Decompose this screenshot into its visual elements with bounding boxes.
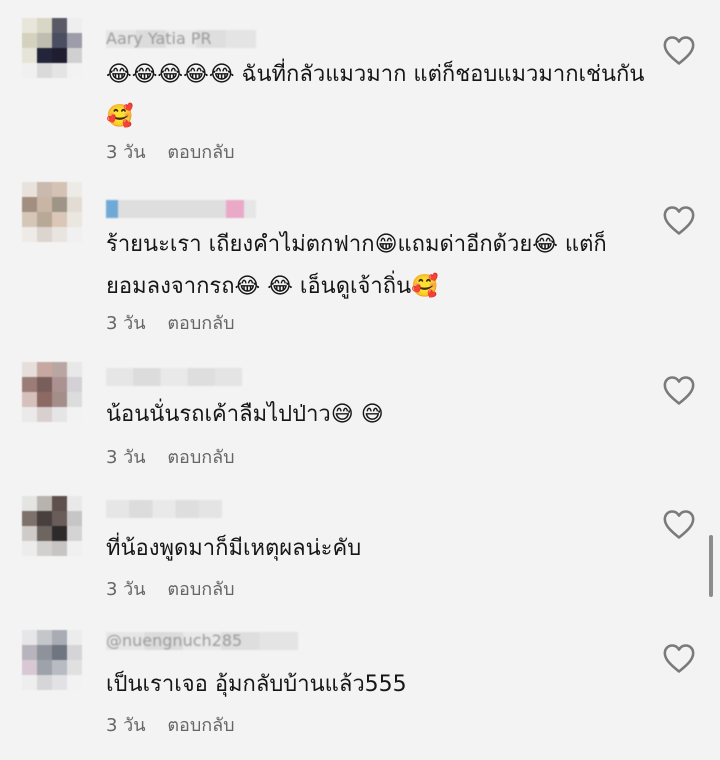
scrollbar[interactable]: [709, 535, 713, 597]
heart-outline-icon[interactable]: [662, 374, 696, 406]
username[interactable]: [106, 500, 222, 518]
heart-outline-icon[interactable]: [662, 204, 696, 236]
comment-text: ร้ายนะเรา เถียงคำไม่ตกฟาก😁แถมด่าอีกด้วย😂…: [106, 232, 607, 299]
comment-meta: 3 วัน ตอบกลับ: [106, 137, 235, 166]
comment-text: ที่น้องพูดมาก็มีเหตุผลน่ะคับ: [106, 536, 362, 561]
comment-text: น้อนนั่นรถเค้าลืมไปป่าว😅 😅: [106, 402, 384, 427]
comment-meta: 3 วัน ตอบกลับ: [106, 574, 235, 603]
comment-text: 😂😂😂😂😂 ฉันที่กลัวแมวมาก แต่ก็ชอบแมวมากเช่…: [106, 62, 645, 129]
username[interactable]: [106, 200, 256, 218]
username[interactable]: [106, 368, 242, 386]
reply-button[interactable]: ตอบกลับ: [167, 579, 234, 600]
comment-time: 3 วัน: [106, 313, 146, 334]
comment-time: 3 วัน: [106, 142, 146, 163]
username[interactable]: @nuengnuch285: [106, 632, 298, 650]
avatar[interactable]: [22, 496, 82, 556]
heart-outline-icon[interactable]: [662, 508, 696, 540]
avatar[interactable]: [22, 362, 82, 422]
reply-button[interactable]: ตอบกลับ: [167, 142, 234, 163]
reply-button[interactable]: ตอบกลับ: [167, 715, 234, 736]
avatar[interactable]: [22, 182, 82, 242]
comment-text: เป็นเราเจอ อุ้มกลับบ้านแล้ว555: [106, 672, 407, 697]
reply-button[interactable]: ตอบกลับ: [167, 447, 234, 468]
reply-button[interactable]: ตอบกลับ: [167, 313, 234, 334]
comment-item: @nuengnuch285 เป็นเราเจอ อุ้มกลับบ้านแล้…: [0, 610, 720, 760]
comment-item: น้อนนั่นรถเค้าลืมไปป่าว😅 😅 3 วัน ตอบกลับ: [0, 350, 720, 480]
comment-time: 3 วัน: [106, 715, 146, 736]
comment-item: ที่น้องพูดมาก็มีเหตุผลน่ะคับ 3 วัน ตอบกล…: [0, 480, 720, 610]
username[interactable]: Aary Yatia PR: [106, 30, 256, 48]
comment-time: 3 วัน: [106, 579, 146, 600]
comment-time: 3 วัน: [106, 447, 146, 468]
heart-outline-icon[interactable]: [662, 34, 696, 66]
comment-meta: 3 วัน ตอบกลับ: [106, 308, 235, 337]
avatar[interactable]: [22, 630, 82, 690]
comment-item: ร้ายนะเรา เถียงคำไม่ตกฟาก😁แถมด่าอีกด้วย😂…: [0, 170, 720, 350]
avatar[interactable]: [22, 18, 82, 78]
heart-outline-icon[interactable]: [662, 642, 696, 674]
comment-meta: 3 วัน ตอบกลับ: [106, 442, 235, 471]
comment-meta: 3 วัน ตอบกลับ: [106, 710, 235, 739]
comment-item: Aary Yatia PR 😂😂😂😂😂 ฉันที่กลัวแมวมาก แต่…: [0, 0, 720, 170]
